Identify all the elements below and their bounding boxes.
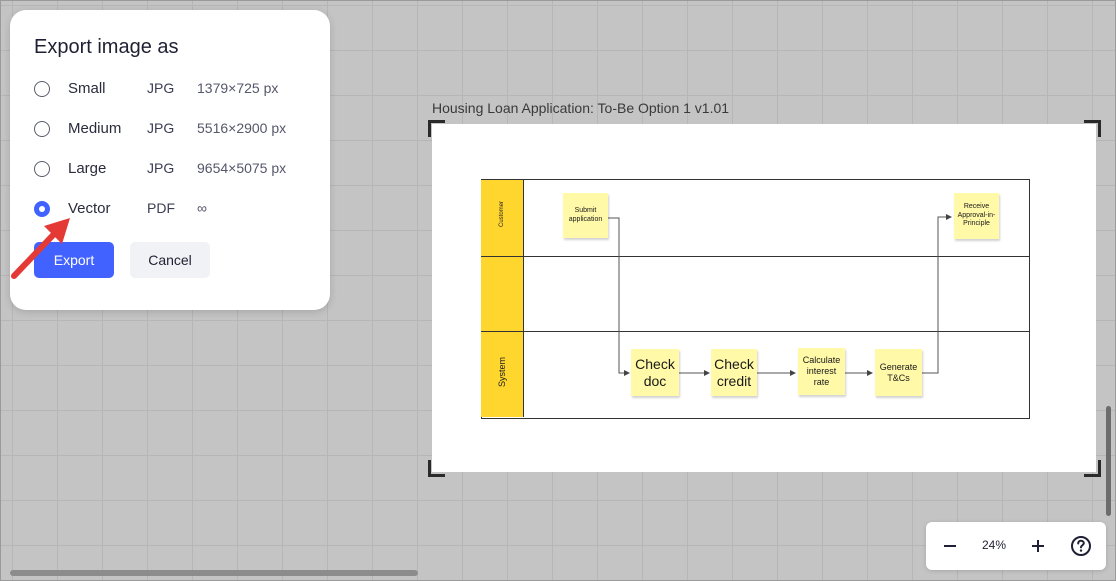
plus-icon[interactable] xyxy=(1026,534,1050,558)
cancel-button[interactable]: Cancel xyxy=(130,242,210,278)
radio-medium[interactable] xyxy=(34,121,50,137)
lane-label-system: System xyxy=(497,357,507,388)
board-title[interactable]: Housing Loan Application: To-Be Option 1… xyxy=(432,100,729,116)
option-dims-label: 5516×2900 px xyxy=(197,120,287,136)
export-button[interactable]: Export xyxy=(34,242,114,278)
option-size-label: Small xyxy=(68,80,106,97)
sticky-receive-approval[interactable]: Receive Approval-in-Principle xyxy=(954,193,999,239)
selection-corner-top-left[interactable] xyxy=(428,120,445,137)
zoom-toolbar: 24% xyxy=(926,522,1106,570)
export-option-vector[interactable]: Vector PDF ∞ xyxy=(34,198,324,222)
help-icon[interactable] xyxy=(1069,534,1093,558)
sticky-submit-application[interactable]: Submit application xyxy=(563,193,608,238)
option-size-label: Vector xyxy=(68,200,111,217)
lane-divider xyxy=(481,331,1029,332)
selection-corner-bottom-left[interactable] xyxy=(428,460,445,477)
vertical-scrollbar[interactable] xyxy=(1106,406,1111,516)
radio-small[interactable] xyxy=(34,81,50,97)
export-option-large[interactable]: Large JPG 9654×5075 px xyxy=(34,158,324,182)
option-format-label: JPG xyxy=(147,160,175,176)
lane-header-middle[interactable] xyxy=(481,257,524,331)
option-format-label: JPG xyxy=(147,80,175,96)
option-format-label: PDF xyxy=(147,200,175,216)
radio-large[interactable] xyxy=(34,161,50,177)
lane-label-customer: Customer xyxy=(499,201,505,228)
option-size-label: Medium xyxy=(68,120,122,137)
export-option-small[interactable]: Small JPG 1379×725 px xyxy=(34,78,324,102)
zoom-level[interactable]: 24% xyxy=(974,538,1014,552)
option-dims-label: 1379×725 px xyxy=(197,80,279,96)
option-format-label: JPG xyxy=(147,120,175,136)
radio-vector[interactable] xyxy=(34,201,50,217)
sticky-generate-tcs[interactable]: Generate T&Cs xyxy=(875,349,922,396)
sticky-check-doc[interactable]: Check doc xyxy=(631,349,679,396)
lane-divider xyxy=(481,256,1029,257)
option-size-label: Large xyxy=(68,160,107,177)
sticky-calculate-interest-rate[interactable]: Calculate interest rate xyxy=(798,348,845,395)
horizontal-scrollbar[interactable] xyxy=(10,570,418,576)
dialog-title: Export image as xyxy=(34,36,179,58)
export-option-medium[interactable]: Medium JPG 5516×2900 px xyxy=(34,118,324,142)
export-dialog: Export image as Small JPG 1379×725 px Me… xyxy=(10,10,330,310)
option-dims-label: 9654×5075 px xyxy=(197,160,287,176)
minus-icon[interactable] xyxy=(938,534,962,558)
option-dims-label: ∞ xyxy=(197,200,207,216)
selection-corner-top-right[interactable] xyxy=(1084,120,1101,137)
sticky-check-credit[interactable]: Check credit xyxy=(711,349,757,396)
selection-corner-bottom-right[interactable] xyxy=(1084,460,1101,477)
